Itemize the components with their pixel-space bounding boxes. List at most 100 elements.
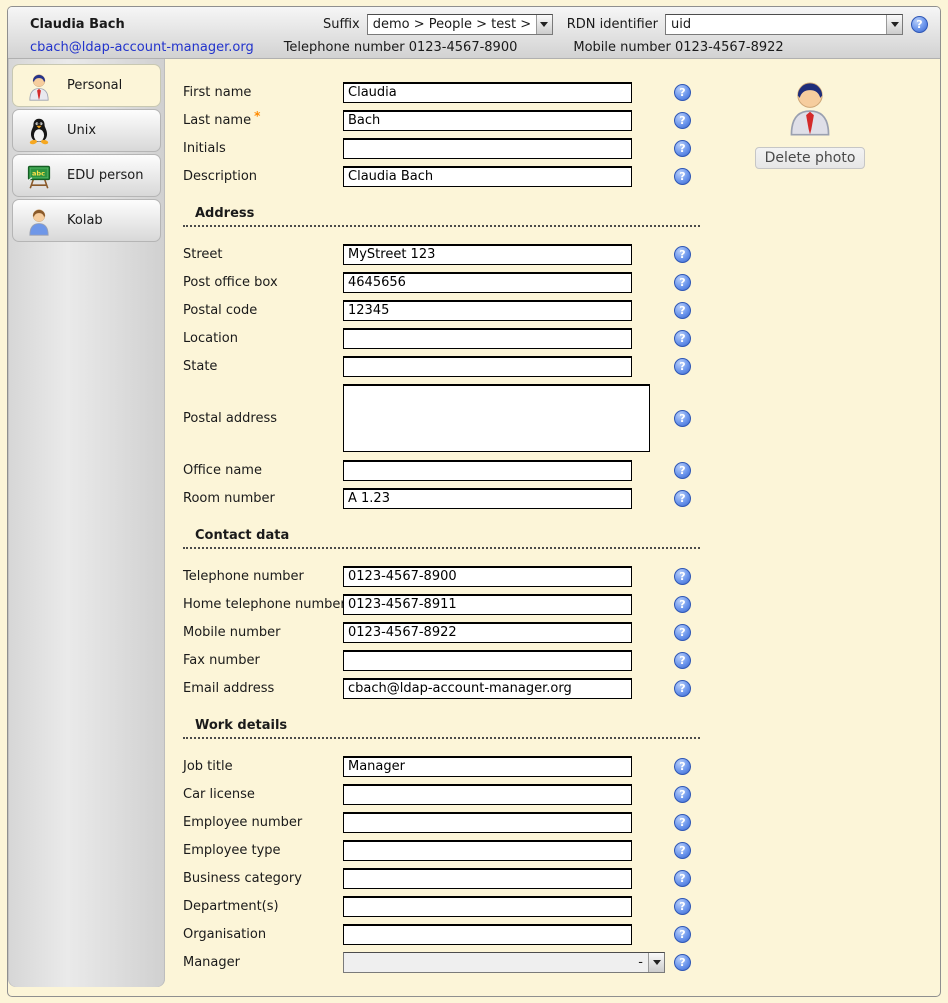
form-row-employee-type: Employee type? — [183, 836, 940, 864]
description-label: Description — [183, 169, 343, 184]
help-icon[interactable]: ? — [674, 870, 691, 887]
business-category-label: Business category — [183, 871, 343, 886]
help-icon[interactable]: ? — [674, 168, 691, 185]
post-office-box-input[interactable] — [343, 272, 632, 293]
help-icon[interactable]: ? — [674, 274, 691, 291]
sidebar-tab-edu-person[interactable]: abc EDU person — [12, 154, 161, 197]
content-area: Personal Unix abc EDU person Kolab First… — [8, 59, 940, 996]
chevron-down-icon[interactable] — [886, 15, 902, 34]
help-icon[interactable]: ? — [674, 490, 691, 507]
sidebar-tab-personal[interactable]: Personal — [12, 64, 161, 107]
employee-number-input[interactable] — [343, 812, 632, 833]
manager-label: Manager — [183, 955, 343, 970]
help-icon[interactable]: ? — [674, 652, 691, 669]
chalkboard-icon: abc — [24, 160, 54, 192]
home-telephone-number-input[interactable] — [343, 594, 632, 615]
field-label-text: Employee type — [183, 843, 281, 858]
help-icon[interactable]: ? — [674, 462, 691, 479]
help-icon[interactable]: ? — [674, 358, 691, 375]
email-link[interactable]: cbach@ldap-account-manager.org — [30, 40, 254, 55]
last-name-input[interactable] — [343, 110, 632, 131]
help-icon[interactable]: ? — [674, 624, 691, 641]
help-icon[interactable]: ? — [674, 758, 691, 775]
form-row-postal-address: Postal address? — [183, 380, 940, 456]
location-label: Location — [183, 331, 343, 346]
form-row-employee-number: Employee number? — [183, 808, 940, 836]
help-icon[interactable]: ? — [674, 926, 691, 943]
field-label-text: Office name — [183, 463, 262, 478]
form-row-state: State? — [183, 352, 940, 380]
sidebar-tab-unix[interactable]: Unix — [12, 109, 161, 152]
sidebar-tab-kolab[interactable]: Kolab — [12, 199, 161, 242]
field-label-text: Street — [183, 247, 223, 262]
rdn-identifier-select[interactable]: uid — [665, 14, 903, 35]
business-category-input[interactable] — [343, 868, 632, 889]
postal-code-label: Postal code — [183, 303, 343, 318]
form-row-email-address: Email address? — [183, 674, 940, 702]
form-row-room-number: Room number? — [183, 484, 940, 512]
help-icon[interactable]: ? — [674, 814, 691, 831]
fax-number-input[interactable] — [343, 650, 632, 671]
suffix-select[interactable]: demo > People > test > de — [367, 14, 553, 35]
manager-select[interactable]: - — [343, 952, 665, 973]
help-icon[interactable]: ? — [674, 596, 691, 613]
person-icon — [24, 70, 54, 102]
help-icon[interactable]: ? — [674, 410, 691, 427]
organisation-input[interactable] — [343, 924, 632, 945]
help-icon[interactable]: ? — [674, 954, 691, 971]
initials-input[interactable] — [343, 138, 632, 159]
help-icon[interactable]: ? — [674, 84, 691, 101]
chevron-down-icon[interactable] — [648, 953, 664, 972]
postal-code-input[interactable] — [343, 300, 632, 321]
help-icon[interactable]: ? — [674, 680, 691, 697]
rdn-identifier-label: RDN identifier — [567, 17, 658, 32]
penguin-icon — [24, 115, 54, 147]
help-icon[interactable]: ? — [674, 330, 691, 347]
field-label-text: Mobile number — [183, 625, 281, 640]
postal-address-textarea[interactable] — [343, 384, 650, 452]
field-label-text: Location — [183, 331, 238, 346]
office-name-input[interactable] — [343, 460, 632, 481]
department-s-input[interactable] — [343, 896, 632, 917]
employee-type-input[interactable] — [343, 840, 632, 861]
first-name-input[interactable] — [343, 82, 632, 103]
car-license-input[interactable] — [343, 784, 632, 805]
mobile-number-input[interactable] — [343, 622, 632, 643]
help-icon[interactable]: ? — [674, 246, 691, 263]
help-icon[interactable]: ? — [674, 842, 691, 859]
help-icon[interactable]: ? — [674, 112, 691, 129]
state-input[interactable] — [343, 356, 632, 377]
telephone-number-label: Telephone number — [183, 569, 343, 584]
email-address-input[interactable] — [343, 678, 632, 699]
person-glyph — [25, 206, 53, 236]
field-label-text: Employee number — [183, 815, 302, 830]
chevron-down-icon[interactable] — [536, 15, 552, 34]
field-label-text: Postal address — [183, 411, 277, 426]
street-input[interactable] — [343, 244, 632, 265]
field-label-text: Room number — [183, 491, 275, 506]
help-icon[interactable]: ? — [674, 898, 691, 915]
help-icon[interactable]: ? — [674, 568, 691, 585]
job-title-input[interactable] — [343, 756, 632, 777]
home-telephone-number-label: Home telephone number — [183, 597, 343, 612]
field-label-text: Car license — [183, 787, 255, 802]
first-name-label: First name — [183, 85, 343, 100]
help-icon[interactable]: ? — [674, 140, 691, 157]
form-row-location: Location? — [183, 324, 940, 352]
help-icon[interactable]: ? — [911, 16, 928, 33]
description-input[interactable] — [343, 166, 632, 187]
telephone-number-input[interactable] — [343, 566, 632, 587]
room-number-input[interactable] — [343, 488, 632, 509]
user-photo-icon — [783, 75, 837, 141]
svg-text:abc: abc — [32, 169, 45, 177]
delete-photo-button[interactable]: Delete photo — [755, 147, 866, 169]
kolab-person-icon — [24, 205, 54, 237]
help-icon[interactable]: ? — [674, 786, 691, 803]
help-icon[interactable]: ? — [674, 302, 691, 319]
car-license-label: Car license — [183, 787, 343, 802]
employee-type-label: Employee type — [183, 843, 343, 858]
office-name-label: Office name — [183, 463, 343, 478]
header-mobile: Mobile number 0123-4567-8922 — [573, 40, 783, 55]
field-label-text: Postal code — [183, 303, 257, 318]
location-input[interactable] — [343, 328, 632, 349]
